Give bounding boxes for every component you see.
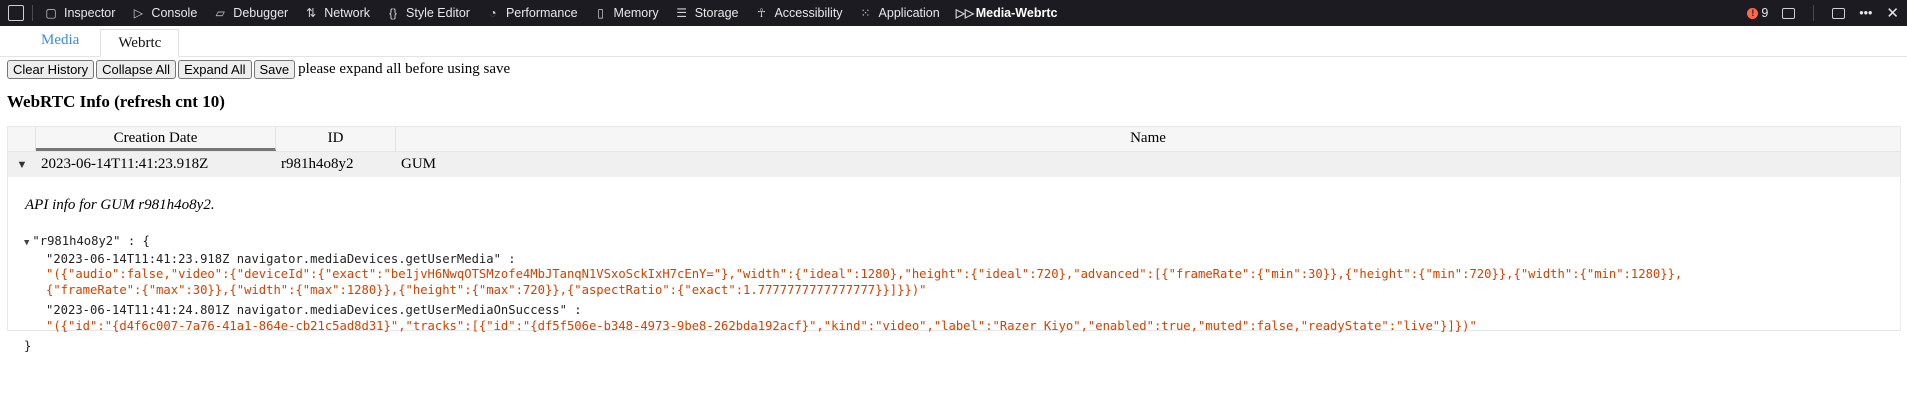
- tool-tab-network[interactable]: ⇅ Network: [297, 0, 379, 26]
- json-root-open: : {: [127, 234, 150, 248]
- split-console-icon[interactable]: [1832, 7, 1846, 19]
- expander-column-header: [8, 127, 36, 151]
- tool-tab-storage[interactable]: ☰ Storage: [668, 0, 748, 26]
- close-icon[interactable]: ✕: [1886, 4, 1899, 22]
- memory-icon: ▯: [597, 6, 604, 20]
- application-icon: ⁙: [860, 6, 871, 20]
- json-root-close: }: [24, 339, 32, 353]
- json-entry-value: "({"audio":false,"video":{"deviceId":{"e…: [46, 267, 1683, 281]
- accessibility-icon: ☥: [756, 6, 766, 20]
- toolbar-separator: [32, 5, 33, 21]
- json-entry-value-continued: {"frameRate":{"max":30}},{"width":{"max"…: [46, 282, 927, 297]
- row-creation-date: 2023-06-14T11:41:23.918Z: [41, 156, 209, 172]
- error-count-label: 9: [1761, 6, 1769, 20]
- dock-icon[interactable]: [1782, 7, 1796, 19]
- tool-tab-debugger[interactable]: ▱ Debugger: [206, 0, 297, 26]
- toolbar-separator: [1813, 5, 1815, 21]
- json-root: ▼ "r981h4o8y2" : {: [24, 234, 1900, 252]
- tool-tab-console[interactable]: ▷ Console: [124, 0, 206, 26]
- tool-tab-label: Memory: [613, 6, 659, 20]
- network-icon: ⇅: [306, 6, 317, 20]
- column-header-id[interactable]: ID: [276, 127, 396, 151]
- tool-tab-label: Application: [878, 6, 940, 20]
- error-icon: !: [1747, 7, 1759, 19]
- tool-tab-performance[interactable]: ◔ Performance: [479, 0, 587, 26]
- collapse-all-button[interactable]: Collapse All: [96, 60, 177, 79]
- tool-tab-inspector[interactable]: ▢ Inspector: [37, 0, 124, 26]
- devtools-toolbar: ▢ Inspector ▷ Console ▱ Debugger ⇅ Network {} Sty…: [0, 0, 1907, 26]
- save-button[interactable]: Save: [253, 60, 296, 79]
- panel-tabs: Media Webrtc: [0, 26, 1907, 57]
- tool-tab-label: Style Editor: [406, 6, 470, 20]
- row-detail: API info for GUM r981h4o8y2. ▼ "r981h4o8y…: [8, 177, 1900, 353]
- row-id: r981h4o8y2: [281, 156, 354, 172]
- tab-webrtc[interactable]: Webrtc: [100, 29, 180, 57]
- tool-tab-label: Accessibility: [774, 6, 843, 20]
- tool-tab-media-webrtc[interactable]: ▷▷ Media-Webrtc: [949, 0, 1067, 26]
- error-count[interactable]: ! 9: [1747, 6, 1768, 20]
- tool-tab-style-editor[interactable]: {} Style Editor: [379, 0, 479, 26]
- save-hint: please expand all before using save: [298, 61, 511, 77]
- row-name: GUM: [401, 156, 437, 172]
- tool-tab-label: Debugger: [233, 6, 289, 20]
- tool-tab-label: Network: [324, 6, 371, 20]
- column-header-name[interactable]: Name: [396, 127, 1900, 151]
- tool-tabs: ▢ Inspector ▷ Console ▱ Debugger ⇅ Network {} Sty…: [37, 0, 1066, 26]
- debugger-icon: ▱: [215, 6, 225, 20]
- webrtc-table: Creation Date ID Name ▼ 2023-06-14T11:41…: [7, 126, 1901, 353]
- more-options-icon[interactable]: •••: [1859, 6, 1872, 20]
- expand-toggle-icon[interactable]: ▼: [8, 159, 36, 171]
- tab-media[interactable]: Media: [38, 32, 82, 56]
- json-entries: "2023-06-14T11:41:23.918Z navigator.medi…: [24, 252, 1900, 335]
- tool-tab-accessibility[interactable]: ☥ Accessibility: [747, 0, 851, 26]
- json-entry: "2023-06-14T11:41:24.801Z navigator.medi…: [46, 303, 1900, 334]
- tool-tab-label: Media-Webrtc: [975, 6, 1058, 20]
- json-entry-value: "({"id":"{d4f6c007-7a76-41a1-864e-cb21c5…: [46, 318, 1477, 333]
- element-picker-icon[interactable]: [8, 5, 24, 21]
- tool-tab-application[interactable]: ⁙ Application: [852, 0, 949, 26]
- tool-tab-label: Performance: [505, 6, 578, 20]
- api-info-title: API info for GUM r981h4o8y2.: [25, 197, 215, 213]
- page-title: WebRTC Info (refresh cnt 10): [7, 92, 225, 111]
- tool-tab-memory[interactable]: ▯ Memory: [587, 0, 668, 26]
- style-editor-icon: {}: [389, 6, 398, 20]
- expand-all-button[interactable]: Expand All: [178, 60, 252, 79]
- json-entry-key: "2023-06-14T11:41:23.918Z navigator.medi…: [46, 251, 516, 266]
- performance-icon: ◔: [489, 6, 497, 20]
- column-header-creation-date[interactable]: Creation Date: [36, 127, 276, 151]
- storage-icon: ☰: [676, 6, 688, 20]
- api-json-tree: ▼ "r981h4o8y2" : { "2023-06-14T11:41:23.9…: [24, 234, 1900, 355]
- clear-history-button[interactable]: Clear History: [7, 60, 95, 79]
- action-bar: Clear History Collapse All Expand All Sa…: [7, 60, 1907, 79]
- table-row[interactable]: ▼ 2023-06-14T11:41:23.918Z r981h4o8y2 GU…: [8, 152, 1900, 177]
- tool-tab-label: Inspector: [64, 6, 116, 20]
- inspector-icon: ▢: [45, 6, 57, 20]
- console-icon: ▷: [133, 6, 144, 20]
- tool-tab-label: Console: [151, 6, 198, 20]
- toolbar-right: ! 9 ••• ✕: [1747, 0, 1899, 26]
- table-header: Creation Date ID Name: [8, 127, 1900, 152]
- json-entry: "2023-06-14T11:41:23.918Z navigator.medi…: [46, 252, 1900, 299]
- json-root-key: "r981h4o8y2": [32, 234, 121, 248]
- json-entry-key: "2023-06-14T11:41:24.801Z navigator.medi…: [46, 303, 582, 317]
- collapse-caret-icon[interactable]: ▼: [24, 238, 29, 248]
- tool-tab-label: Storage: [694, 6, 739, 20]
- media-webrtc-icon: ▷▷: [955, 6, 975, 20]
